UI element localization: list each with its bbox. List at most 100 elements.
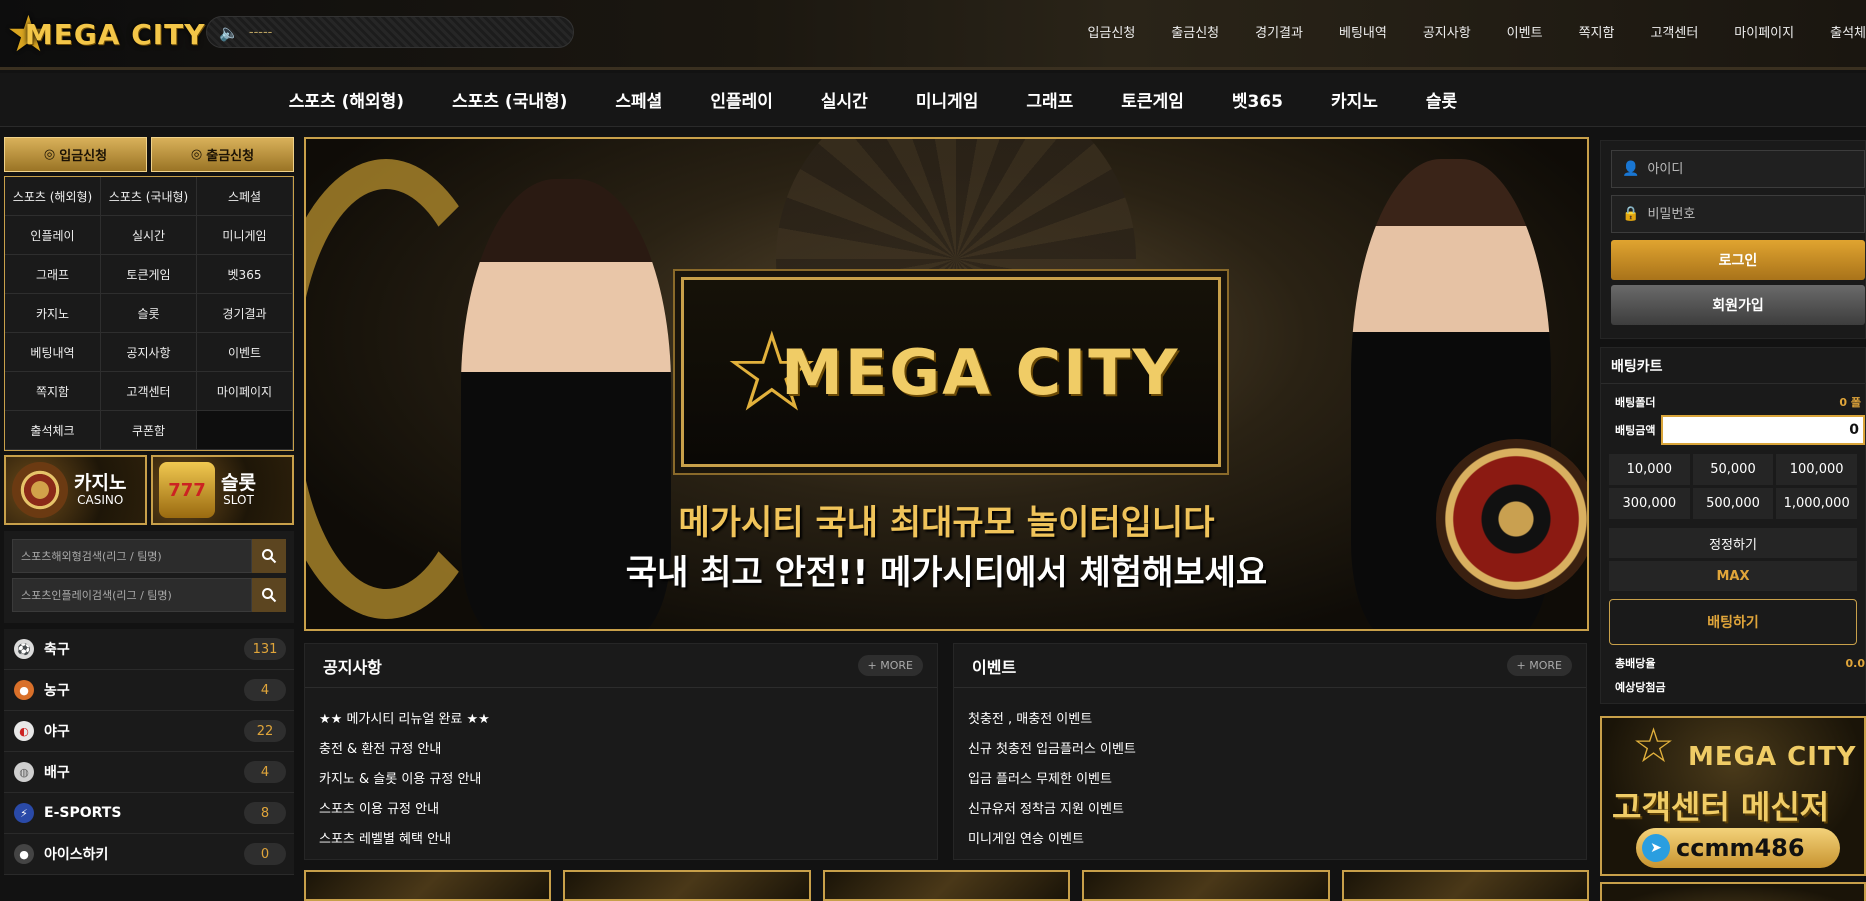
top-nav-withdraw[interactable]: 출금신청 <box>1171 22 1219 41</box>
main-nav-graph[interactable]: 그래프 <box>1026 87 1073 112</box>
sidebar-item-token-game[interactable]: 토큰게임 <box>101 255 197 294</box>
top-nav-mypage[interactable]: 마이페이지 <box>1734 22 1794 41</box>
sidebar-item-results[interactable]: 경기결과 <box>197 294 293 333</box>
notice-item[interactable]: 충전 & 환전 규정 안내 <box>319 738 937 768</box>
top-nav-bet-history[interactable]: 베팅내역 <box>1339 22 1387 41</box>
sidebar-item-graph[interactable]: 그래프 <box>5 255 101 294</box>
event-item[interactable]: 입금 플러스 무제한 이벤트 <box>968 768 1586 798</box>
chip-500000-button[interactable]: 500,000 <box>1692 488 1774 519</box>
event-item[interactable]: 첫충전 , 매충전 이벤트 <box>968 708 1586 738</box>
sidebar-item-mypage[interactable]: 마이페이지 <box>197 372 293 411</box>
top-nav-support[interactable]: 고객센터 <box>1650 22 1698 41</box>
username-input[interactable] <box>1647 161 1864 177</box>
lock-icon: 🔒 <box>1622 206 1640 222</box>
game-thumbnail[interactable] <box>563 870 811 901</box>
basketball-icon: ● <box>14 680 34 700</box>
main-nav-special[interactable]: 스페셜 <box>615 87 662 112</box>
casino-label-ko: 카지노 <box>74 471 127 494</box>
sidebar-item-slot[interactable]: 슬롯 <box>101 294 197 333</box>
notice-item[interactable]: ★★ 메가시티 리뉴얼 완료 ★★ <box>319 708 937 738</box>
sidebar-item-messages[interactable]: 쪽지함 <box>5 372 101 411</box>
sport-count: 131 <box>244 638 286 660</box>
main-nav-token-game[interactable]: 토큰게임 <box>1121 87 1184 112</box>
volleyball-icon: ◍ <box>14 762 34 782</box>
signup-button[interactable]: 회원가입 <box>1611 285 1865 325</box>
main-nav-minigame[interactable]: 미니게임 <box>916 87 979 112</box>
search-overseas-button[interactable] <box>252 539 286 573</box>
main-nav-sports-overseas[interactable]: 스포츠 (해외형) <box>289 87 404 112</box>
notice-item[interactable]: 카지노 & 슬롯 이용 규정 안내 <box>319 768 937 798</box>
top-nav-attendance[interactable]: 출석체 <box>1830 22 1866 41</box>
notice-item[interactable]: 스포츠 이용 규정 안내 <box>319 798 937 828</box>
sport-item-esports[interactable]: ⚡ E-SPORTS 8 <box>4 793 294 834</box>
notice-more-button[interactable]: + MORE <box>857 655 923 676</box>
top-nav-results[interactable]: 경기결과 <box>1255 22 1303 41</box>
casino-shortcut[interactable]: 카지노 CASINO <box>4 455 147 525</box>
search-icon <box>262 588 277 603</box>
event-item[interactable]: 미니게임 연승 이벤트 <box>968 828 1586 858</box>
chip-300000-button[interactable]: 300,000 <box>1609 488 1690 519</box>
max-button[interactable]: MAX <box>1609 561 1857 591</box>
top-nav-notice[interactable]: 공지사항 <box>1423 22 1471 41</box>
sidebar-item-inplay[interactable]: 인플레이 <box>5 216 101 255</box>
game-thumbnail[interactable] <box>1341 870 1590 901</box>
sidebar-item-coupon[interactable]: 쿠폰함 <box>101 411 197 450</box>
chip-1000000-button[interactable]: 1,000,000 <box>1776 488 1857 519</box>
sidebar-item-bet365[interactable]: 벳365 <box>197 255 293 294</box>
site-logo[interactable]: ★ MEGA CITY <box>6 6 206 62</box>
sport-item-soccer[interactable]: ⚽ 축구 131 <box>4 629 294 670</box>
event-more-button[interactable]: + MORE <box>1506 655 1572 676</box>
sidebar-item-minigame[interactable]: 미니게임 <box>197 216 293 255</box>
hero-banner[interactable]: ☆ MEGA CITY 메가시티 국내 최대규모 놀이터입니다 국내 최고 안전… <box>304 137 1589 631</box>
sidebar-item-sports-domestic[interactable]: 스포츠 (국내형) <box>101 177 197 216</box>
deposit-label: 입금신청 <box>59 149 108 164</box>
top-nav-deposit[interactable]: 입금신청 <box>1087 22 1135 41</box>
slot-shortcut[interactable]: 777 슬롯 SLOT <box>151 455 294 525</box>
game-thumbnail[interactable] <box>304 870 552 901</box>
sidebar-item-casino[interactable]: 카지노 <box>5 294 101 333</box>
sidebar-item-event[interactable]: 이벤트 <box>197 333 293 372</box>
main-nav-live[interactable]: 실시간 <box>821 87 868 112</box>
game-thumbnail[interactable] <box>1082 870 1330 901</box>
sidebar-item-sports-overseas[interactable]: 스포츠 (해외형) <box>5 177 101 216</box>
password-input[interactable] <box>1647 206 1864 222</box>
top-nav-messages[interactable]: 쪽지함 <box>1579 22 1615 41</box>
withdraw-button[interactable]: ◎ 출금신청 <box>151 137 294 172</box>
sport-item-ice-hockey[interactable]: ● 아이스하키 0 <box>4 834 294 875</box>
search-inplay-button[interactable] <box>252 578 286 612</box>
bet-folder-label: 배팅폴더 <box>1615 396 1656 409</box>
main-nav-sports-domestic[interactable]: 스포츠 (국내형) <box>452 87 567 112</box>
main-nav-inplay[interactable]: 인플레이 <box>710 87 773 112</box>
deposit-button[interactable]: ◎ 입금신청 <box>4 137 147 172</box>
sidebar-item-bet-history[interactable]: 베팅내역 <box>5 333 101 372</box>
chip-100000-button[interactable]: 100,000 <box>1776 454 1857 485</box>
hockey-puck-icon: ● <box>14 844 34 864</box>
notice-item[interactable]: 스포츠 레벨별 혜택 안내 <box>319 828 937 858</box>
support-messenger-banner[interactable]: ☆ MEGA CITY 고객센터 메신저 ➤ ccmm486 <box>1600 716 1866 876</box>
search-inplay-input[interactable] <box>12 578 252 612</box>
top-nav-event[interactable]: 이벤트 <box>1507 22 1543 41</box>
sidebar-item-support[interactable]: 고객센터 <box>101 372 197 411</box>
reset-button[interactable]: 정정하기 <box>1609 528 1857 558</box>
sport-item-baseball[interactable]: ◐ 야구 22 <box>4 711 294 752</box>
event-item[interactable]: 신규유저 정착금 지원 이벤트 <box>968 798 1586 828</box>
login-button[interactable]: 로그인 <box>1611 240 1865 280</box>
sidebar-item-attendance[interactable]: 출석체크 <box>5 411 101 450</box>
bet-amount-input[interactable] <box>1661 415 1865 445</box>
sidebar-item-live[interactable]: 실시간 <box>101 216 197 255</box>
sport-item-volleyball[interactable]: ◍ 배구 4 <box>4 752 294 793</box>
sidebar-item-notice[interactable]: 공지사항 <box>101 333 197 372</box>
sidebar-item-special[interactable]: 스페셜 <box>197 177 293 216</box>
sport-count: 8 <box>244 802 286 824</box>
main-nav-slot[interactable]: 슬롯 <box>1426 87 1457 112</box>
chip-10000-button[interactable]: 10,000 <box>1609 454 1690 485</box>
place-bet-button[interactable]: 배팅하기 <box>1609 599 1857 645</box>
game-thumbnail[interactable] <box>822 870 1071 901</box>
secondary-banner[interactable] <box>1600 882 1866 901</box>
chip-50000-button[interactable]: 50,000 <box>1692 454 1774 485</box>
main-nav-bet365[interactable]: 벳365 <box>1232 87 1283 112</box>
search-overseas-input[interactable] <box>12 539 252 573</box>
main-nav-casino[interactable]: 카지노 <box>1331 87 1378 112</box>
sport-item-basketball[interactable]: ● 농구 4 <box>4 670 294 711</box>
event-item[interactable]: 신규 첫충전 입금플러스 이벤트 <box>968 738 1586 768</box>
